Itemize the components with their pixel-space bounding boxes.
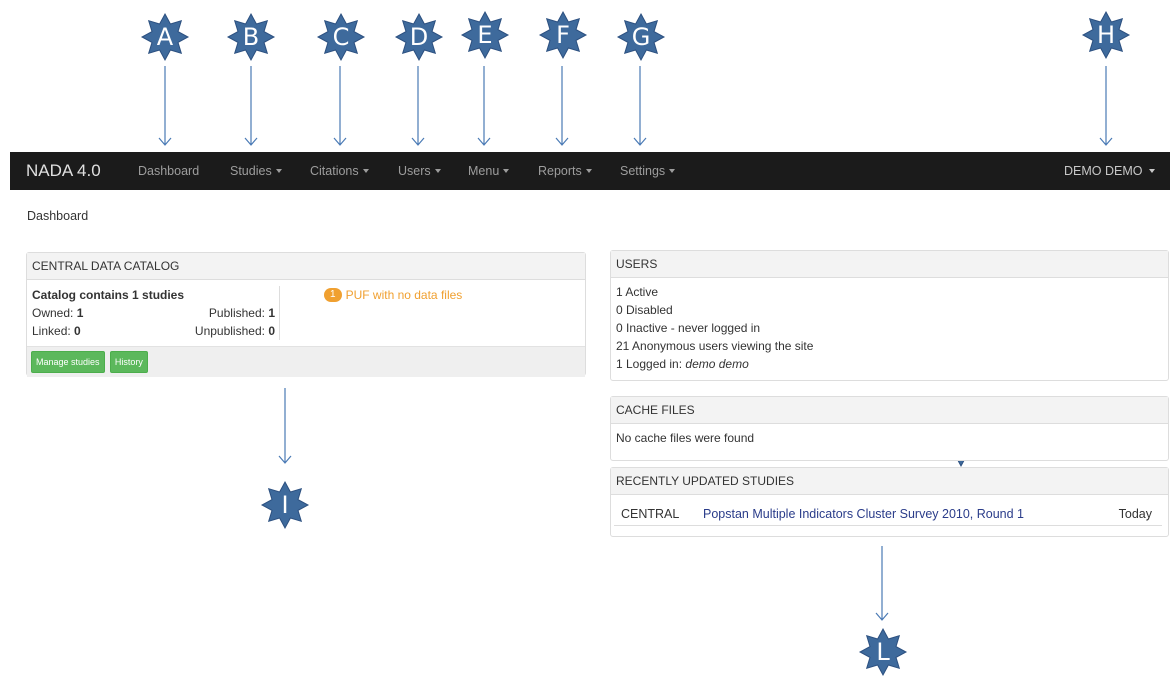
users-disabled: 0 Disabled	[616, 303, 673, 317]
recent-studies-body: CENTRAL Popstan Multiple Indicators Clus…	[611, 495, 1168, 537]
callout-marker-c: C	[316, 12, 366, 62]
recent-studies-panel: RECENTLY UPDATED STUDIES CENTRAL Popstan…	[610, 467, 1169, 537]
arrow-g	[633, 66, 647, 146]
catalog-stats: Catalog contains 1 studies Owned: 1 Publ…	[32, 286, 275, 340]
catalog-row-linked: Linked: 0 Unpublished: 0	[32, 322, 275, 340]
arrow-d	[411, 66, 425, 146]
catalog-panel-heading: CENTRAL DATA CATALOG	[27, 253, 585, 280]
users-logged-in: 1 Logged in: demo demo	[616, 357, 749, 371]
catalog-divider	[279, 286, 280, 340]
nav-users-label: Users	[398, 164, 431, 178]
nav-studies[interactable]: Studies	[230, 152, 282, 190]
callout-marker-e: E	[460, 10, 510, 60]
arrow-c	[333, 66, 347, 146]
arrow-f	[555, 66, 569, 146]
chevron-down-icon	[362, 169, 369, 173]
study-title-link[interactable]: Popstan Multiple Indicators Cluster Surv…	[703, 503, 1024, 525]
nav-dashboard[interactable]: Dashboard	[138, 152, 199, 190]
arrow-h	[1099, 66, 1113, 146]
top-navbar: NADA 4.0 Dashboard Studies Citations Use…	[10, 152, 1170, 190]
cache-panel: CACHE FILES No cache files were found	[610, 396, 1169, 461]
nav-studies-label: Studies	[230, 164, 272, 178]
arrow-e	[477, 66, 491, 146]
nav-citations[interactable]: Citations	[310, 152, 369, 190]
callout-marker-d: D	[394, 12, 444, 62]
users-active: 1 Active	[616, 285, 659, 299]
users-panel: USERS 1 Active 0 Disabled 0 Inactive - n…	[610, 250, 1169, 381]
cache-panel-body: No cache files were found	[611, 424, 1168, 447]
callout-marker-l: L	[858, 627, 908, 677]
published-stat: Published: 1	[208, 306, 275, 320]
owned-stat: Owned: 1	[32, 306, 84, 320]
nav-reports[interactable]: Reports	[538, 152, 592, 190]
chevron-down-icon	[1149, 169, 1156, 173]
nav-reports-label: Reports	[538, 164, 582, 178]
callout-marker-a: A	[140, 12, 190, 62]
callout-marker-i: I	[260, 480, 310, 530]
nav-users[interactable]: Users	[398, 152, 441, 190]
cache-panel-heading: CACHE FILES	[611, 397, 1168, 424]
users-panel-body: 1 Active 0 Disabled 0 Inactive - never l…	[611, 278, 1168, 373]
arrow-l	[875, 546, 889, 621]
recent-studies-heading: RECENTLY UPDATED STUDIES	[611, 468, 1168, 495]
nav-settings-label: Settings	[620, 164, 666, 178]
chevron-down-icon	[434, 169, 441, 173]
catalog-panel: CENTRAL DATA CATALOG Catalog contains 1 …	[26, 252, 586, 377]
nav-menu[interactable]: Menu	[468, 152, 510, 190]
cache-message: No cache files were found	[616, 431, 755, 445]
callout-marker-g: G	[616, 12, 666, 62]
puf-warning[interactable]: 1 PUF with no data files	[324, 288, 462, 302]
nav-settings[interactable]: Settings	[620, 152, 676, 190]
arrow-a	[158, 66, 172, 146]
user-menu[interactable]: DEMO DEMO	[1064, 152, 1156, 190]
manage-studies-button[interactable]: Manage studies	[31, 351, 105, 373]
breadcrumb[interactable]: Dashboard	[27, 209, 88, 223]
chevron-down-icon	[585, 169, 592, 173]
catalog-row-owned: Owned: 1 Published: 1	[32, 304, 275, 322]
history-button[interactable]: History	[109, 351, 148, 373]
study-repository: CENTRAL	[621, 507, 680, 521]
nav-dashboard-label: Dashboard	[138, 164, 200, 178]
arrow-b	[244, 66, 258, 146]
users-panel-heading: USERS	[611, 251, 1168, 278]
catalog-summary: Catalog contains 1 studies	[32, 288, 185, 302]
callout-marker-f: F	[538, 10, 588, 60]
puf-count-badge: 1	[324, 288, 342, 302]
chevron-down-icon	[275, 169, 282, 173]
catalog-panel-body: Catalog contains 1 studies Owned: 1 Publ…	[27, 280, 585, 377]
callout-marker-h: H	[1081, 10, 1131, 60]
users-inactive: 0 Inactive - never logged in	[616, 321, 761, 335]
brand-logo[interactable]: NADA 4.0	[10, 161, 138, 181]
catalog-actions: Manage studies History	[27, 346, 585, 377]
users-anonymous: 21 Anonymous users viewing the site	[616, 339, 814, 353]
linked-stat: Linked: 0	[32, 324, 81, 338]
nav-citations-label: Citations	[310, 164, 359, 178]
logged-in-user-name: demo demo	[685, 357, 749, 371]
callout-marker-b: B	[226, 12, 276, 62]
chevron-down-icon	[503, 169, 510, 173]
chevron-down-icon	[669, 169, 676, 173]
study-updated-date: Today	[1118, 507, 1152, 521]
unpublished-stat: Unpublished: 0	[194, 324, 275, 338]
puf-warning-text: PUF with no data files	[345, 288, 463, 302]
user-menu-label: DEMO DEMO	[1064, 164, 1143, 178]
arrow-i	[278, 388, 292, 464]
table-row: CENTRAL Popstan Multiple Indicators Clus…	[614, 503, 1162, 526]
nav-menu-label: Menu	[468, 164, 500, 178]
